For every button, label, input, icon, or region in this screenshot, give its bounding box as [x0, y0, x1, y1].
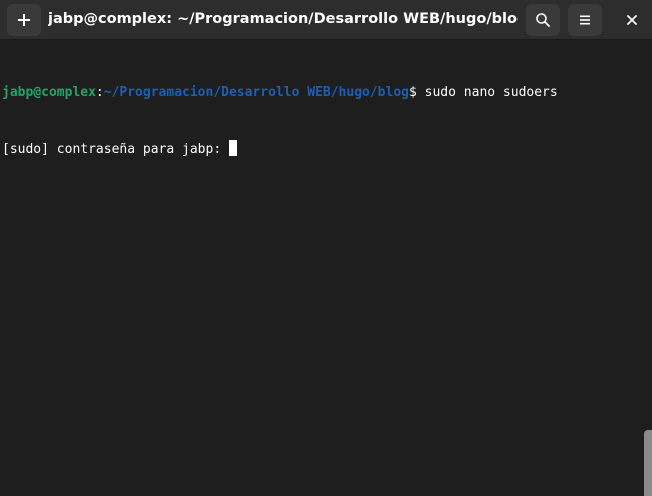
plus-icon — [18, 14, 30, 26]
hamburger-menu-icon — [580, 15, 590, 25]
terminal-window: jabp@complex: ~/Programacion/Desarrollo … — [0, 0, 652, 496]
prompt-symbol: $ — [409, 85, 417, 100]
window-title: jabp@complex: ~/Programacion/Desarrollo … — [48, 11, 518, 27]
text-cursor — [228, 140, 237, 156]
password-prompt-line: [sudo] contraseña para jabp: — [2, 140, 644, 159]
prompt-separator: : — [95, 85, 104, 100]
terminal-output[interactable]: jabp@complex:~/Programacion/Desarrollo W… — [0, 41, 644, 496]
close-window-button[interactable] — [616, 4, 648, 36]
scrollbar-thumb[interactable] — [644, 430, 652, 496]
search-button[interactable] — [526, 4, 560, 36]
prompt-line: jabp@complex:~/Programacion/Desarrollo W… — [2, 83, 644, 102]
close-icon — [627, 15, 637, 25]
prompt-user-host: jabp@complex — [2, 85, 96, 100]
main-menu-button[interactable] — [568, 4, 602, 36]
prompt-path: ~/Programacion/Desarrollo WEB/hugo/blog — [103, 85, 409, 100]
new-tab-button[interactable] — [7, 4, 41, 36]
password-prompt: [sudo] contraseña para jabp: — [2, 142, 229, 157]
headerbar: jabp@complex: ~/Programacion/Desarrollo … — [0, 0, 652, 40]
command-text: sudo nano sudoers — [416, 85, 558, 100]
search-icon — [536, 13, 550, 27]
scrollbar[interactable] — [644, 41, 652, 496]
